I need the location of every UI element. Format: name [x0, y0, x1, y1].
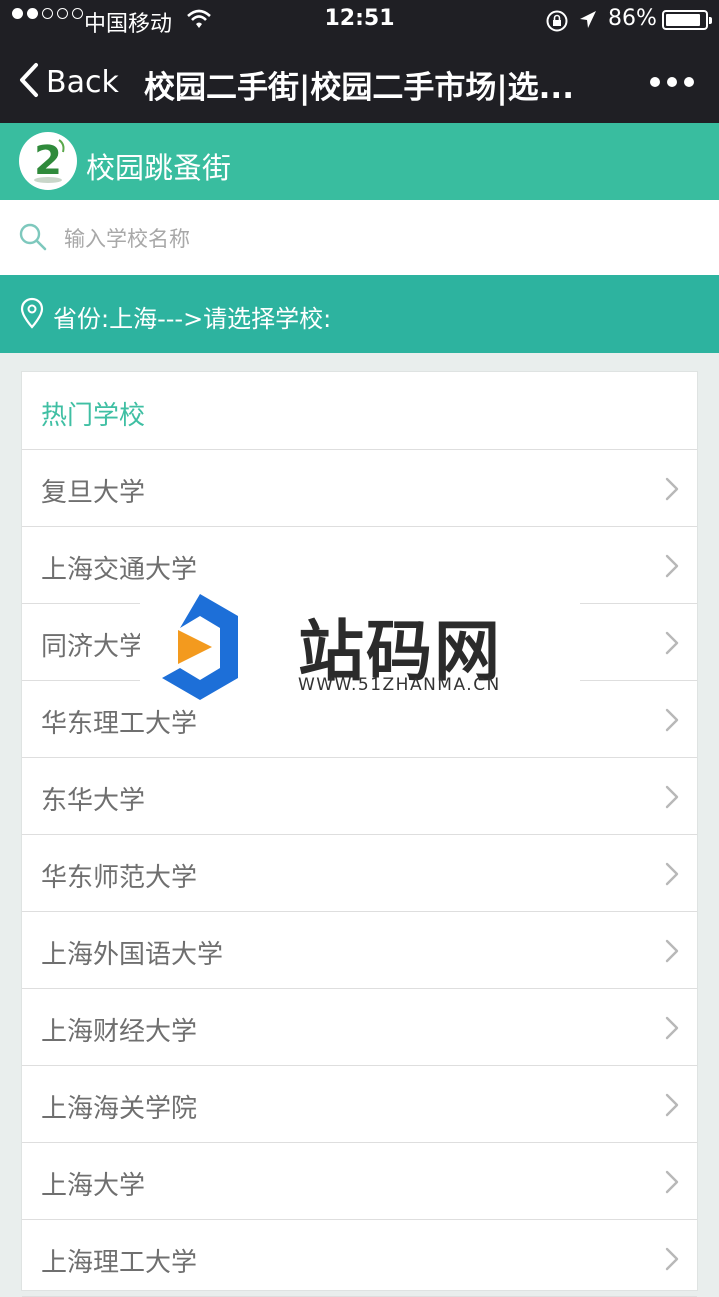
search-bar — [0, 200, 719, 275]
app-logo: 2 — [19, 132, 77, 190]
school-list-item[interactable]: 上海财经大学 — [22, 989, 697, 1066]
province-selector[interactable]: 省份:上海--->请选择学校: — [0, 275, 719, 353]
chevron-right-icon — [665, 1170, 679, 1201]
school-name: 东华大学 — [41, 786, 146, 816]
rotation-lock-icon — [545, 9, 569, 39]
school-list-item[interactable]: 复旦大学 — [22, 450, 697, 527]
school-name: 上海海关学院 — [41, 1094, 198, 1124]
status-bar: 中国移动 12:51 86% — [0, 0, 719, 40]
location-pin-icon — [20, 297, 44, 333]
school-list-item[interactable]: 东华大学 — [22, 758, 697, 835]
school-search-input[interactable] — [62, 218, 666, 260]
school-name: 上海外国语大学 — [41, 940, 224, 970]
search-icon — [18, 222, 48, 256]
school-name: 复旦大学 — [41, 478, 146, 508]
school-list-item[interactable]: 华东师范大学 — [22, 835, 697, 912]
school-name: 上海理工大学 — [41, 1248, 198, 1278]
chevron-right-icon — [665, 939, 679, 970]
school-name: 华东理工大学 — [41, 709, 198, 739]
school-name: 上海财经大学 — [41, 1017, 198, 1047]
location-arrow-icon — [578, 9, 598, 37]
chevron-right-icon — [665, 1016, 679, 1047]
chevron-right-icon — [665, 1093, 679, 1124]
watermark-logo — [162, 594, 238, 700]
school-name: 同济大学 — [41, 632, 146, 662]
school-name: 华东师范大学 — [41, 863, 198, 893]
school-name: 上海大学 — [41, 1171, 146, 1201]
chevron-left-icon — [18, 62, 40, 102]
app-title: 校园跳蚤街 — [86, 151, 232, 185]
back-label: Back — [46, 64, 119, 100]
watermark-url: WWW.51ZHANMA.CN — [298, 675, 501, 695]
chevron-right-icon — [665, 554, 679, 585]
chevron-right-icon — [665, 477, 679, 508]
battery-icon — [662, 10, 712, 30]
chevron-right-icon — [665, 1247, 679, 1278]
chevron-right-icon — [665, 708, 679, 739]
school-list-item[interactable]: 上海理工大学 — [22, 1220, 697, 1297]
back-button[interactable]: Back — [18, 62, 119, 102]
battery-percentage: 86% — [608, 6, 657, 31]
school-name: 上海交通大学 — [41, 555, 198, 585]
navigation-bar: Back 校园二手街|校园二手市场|选... — [0, 40, 719, 123]
school-list-item[interactable]: 上海大学 — [22, 1143, 697, 1220]
hot-schools-header: 热门学校 — [22, 372, 697, 450]
chevron-right-icon — [665, 785, 679, 816]
app-header: 2 校园跳蚤街 — [0, 123, 719, 200]
chevron-right-icon — [665, 862, 679, 893]
chevron-right-icon — [665, 631, 679, 662]
school-list-item[interactable]: 上海海关学院 — [22, 1066, 697, 1143]
watermark: 站码网 WWW.51ZHANMA.CN — [140, 588, 580, 706]
school-list: 热门学校 复旦大学上海交通大学 同济大学华东理工大学 东华大学华东师范大学 上海外国语… — [21, 371, 698, 1297]
page-title: 校园二手街|校园二手市场|选... — [144, 70, 574, 106]
province-label: 省份:上海--->请选择学校: — [53, 305, 332, 333]
more-options-icon[interactable] — [650, 77, 694, 87]
school-list-item[interactable]: 上海外国语大学 — [22, 912, 697, 989]
